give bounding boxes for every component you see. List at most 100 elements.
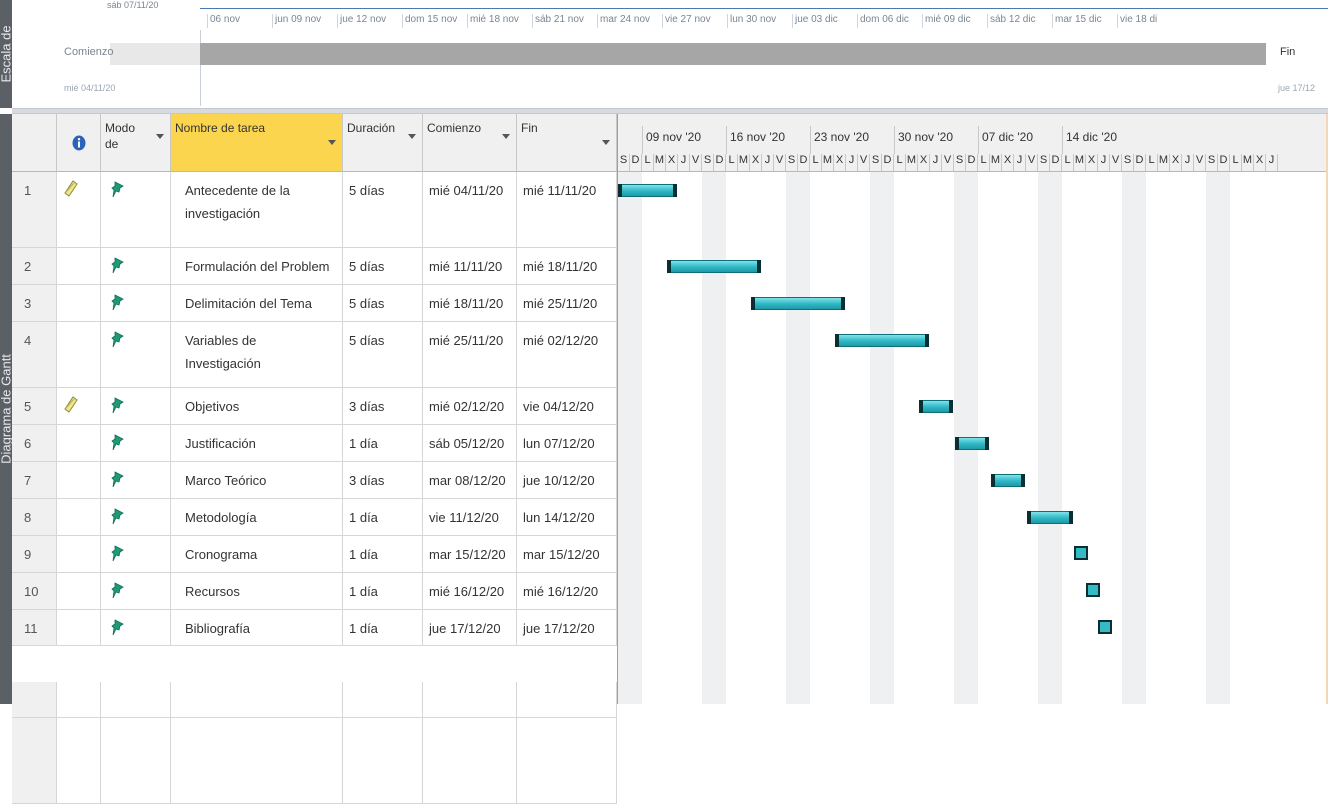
- empty-cell[interactable]: [423, 718, 517, 803]
- end-cell[interactable]: mié 18/11/20: [517, 248, 617, 284]
- timeline-side-bar[interactable]: Escala de: [0, 0, 14, 108]
- duration-cell[interactable]: 3 días: [343, 388, 423, 424]
- chevron-down-icon[interactable]: [602, 140, 610, 145]
- start-cell[interactable]: sáb 05/12/20: [423, 425, 517, 461]
- end-cell[interactable]: jue 17/12/20: [517, 610, 617, 645]
- task-name-cell[interactable]: Marco Teórico: [171, 462, 343, 498]
- chevron-down-icon[interactable]: [156, 134, 164, 139]
- empty-cell[interactable]: [171, 718, 343, 803]
- empty-cell[interactable]: [517, 682, 617, 717]
- start-cell[interactable]: vie 11/12/20: [423, 499, 517, 535]
- task-mode-cell[interactable]: [101, 610, 171, 645]
- task-mode-cell[interactable]: [101, 425, 171, 461]
- empty-row[interactable]: [12, 718, 617, 804]
- task-name-cell[interactable]: Delimitación del Tema: [171, 285, 343, 321]
- table-row[interactable]: 6 Justificación 1 día sáb 05/12/20 lun 07/12…: [12, 425, 617, 462]
- chevron-down-icon[interactable]: [502, 134, 510, 139]
- start-cell[interactable]: mié 04/11/20: [423, 172, 517, 247]
- task-mode-cell[interactable]: [101, 462, 171, 498]
- task-name-cell[interactable]: Bibliografía: [171, 610, 343, 645]
- table-row[interactable]: 3 Delimitación del Tema 5 días mié 18/11/20…: [12, 285, 617, 322]
- empty-cell[interactable]: [12, 682, 57, 717]
- gantt-bar[interactable]: [955, 437, 989, 450]
- gantt-bar[interactable]: [919, 400, 953, 413]
- empty-cell[interactable]: [171, 682, 343, 717]
- task-mode-cell[interactable]: [101, 322, 171, 387]
- start-cell[interactable]: mié 25/11/20: [423, 322, 517, 387]
- empty-row[interactable]: [12, 682, 617, 718]
- timeline-project-bar[interactable]: [200, 43, 1266, 65]
- chevron-down-icon[interactable]: [328, 140, 336, 145]
- duration-cell[interactable]: 3 días: [343, 462, 423, 498]
- task-name-cell[interactable]: Antecedente de la investigación: [171, 172, 343, 247]
- gantt-bar[interactable]: [618, 184, 677, 197]
- empty-cell[interactable]: [517, 718, 617, 803]
- gantt-chart[interactable]: 09 nov '20 16 nov '20 23 nov '20 30 nov '20…: [617, 114, 1328, 704]
- duration-cell[interactable]: 1 día: [343, 610, 423, 645]
- gantt-bar[interactable]: [1074, 546, 1088, 560]
- gantt-bar[interactable]: [1027, 511, 1073, 524]
- row-number[interactable]: 10: [12, 573, 57, 609]
- task-mode-cell[interactable]: [101, 248, 171, 284]
- end-cell[interactable]: mié 25/11/20: [517, 285, 617, 321]
- gantt-bar[interactable]: [751, 297, 845, 310]
- empty-cell[interactable]: [343, 718, 423, 803]
- row-number[interactable]: 11: [12, 610, 57, 645]
- start-cell[interactable]: jue 17/12/20: [423, 610, 517, 645]
- start-cell[interactable]: mié 16/12/20: [423, 573, 517, 609]
- duration-cell[interactable]: 5 días: [343, 285, 423, 321]
- row-number[interactable]: 3: [12, 285, 57, 321]
- end-cell[interactable]: lun 14/12/20: [517, 499, 617, 535]
- task-name-cell[interactable]: Objetivos: [171, 388, 343, 424]
- task-name-cell[interactable]: Recursos: [171, 573, 343, 609]
- table-row[interactable]: 1 Antecedente de la investigación 5 días mi…: [12, 172, 617, 248]
- duration-cell[interactable]: 1 día: [343, 536, 423, 572]
- task-name-cell[interactable]: Cronograma: [171, 536, 343, 572]
- end-cell[interactable]: lun 07/12/20: [517, 425, 617, 461]
- empty-cell[interactable]: [12, 718, 57, 803]
- end-cell[interactable]: jue 10/12/20: [517, 462, 617, 498]
- header-start[interactable]: Comienzo: [423, 114, 517, 172]
- end-cell[interactable]: vie 04/12/20: [517, 388, 617, 424]
- start-cell[interactable]: mié 11/11/20: [423, 248, 517, 284]
- task-name-cell[interactable]: Metodología: [171, 499, 343, 535]
- table-row[interactable]: 4 Variables de Investigación 5 días mié 25/…: [12, 322, 617, 388]
- row-number[interactable]: 5: [12, 388, 57, 424]
- header-task-mode[interactable]: Modo de: [101, 114, 171, 172]
- gantt-view-bar[interactable]: Diagrama de Gantt: [0, 114, 14, 704]
- note-icon[interactable]: [63, 395, 79, 416]
- task-name-cell[interactable]: Justificación: [171, 425, 343, 461]
- row-number[interactable]: 4: [12, 322, 57, 387]
- duration-cell[interactable]: 1 día: [343, 573, 423, 609]
- gantt-bar[interactable]: [1086, 583, 1100, 597]
- start-cell[interactable]: mar 08/12/20: [423, 462, 517, 498]
- empty-cell[interactable]: [423, 682, 517, 717]
- task-mode-cell[interactable]: [101, 285, 171, 321]
- start-cell[interactable]: mié 18/11/20: [423, 285, 517, 321]
- duration-cell[interactable]: 5 días: [343, 248, 423, 284]
- end-cell[interactable]: mar 15/12/20: [517, 536, 617, 572]
- duration-cell[interactable]: 5 días: [343, 322, 423, 387]
- chevron-down-icon[interactable]: [408, 134, 416, 139]
- row-number[interactable]: 8: [12, 499, 57, 535]
- gantt-bar[interactable]: [835, 334, 929, 347]
- table-row[interactable]: 5 Objetivos 3 días mié 02/12/20 vie 04/12/20: [12, 388, 617, 425]
- task-mode-cell[interactable]: [101, 499, 171, 535]
- empty-cell[interactable]: [57, 718, 101, 803]
- task-table[interactable]: Modo de Nombre de tarea Duración Comienzo…: [12, 114, 617, 804]
- task-name-cell[interactable]: Formulación del Problem: [171, 248, 343, 284]
- table-row[interactable]: 8 Metodología 1 día vie 11/12/20 lun 14/12/2…: [12, 499, 617, 536]
- task-mode-cell[interactable]: [101, 573, 171, 609]
- row-number[interactable]: 2: [12, 248, 57, 284]
- table-row[interactable]: 2 Formulación del Problem 5 días mié 11/11/…: [12, 248, 617, 285]
- row-number[interactable]: 1: [12, 172, 57, 247]
- task-mode-cell[interactable]: [101, 388, 171, 424]
- empty-cell[interactable]: [101, 718, 171, 803]
- end-cell[interactable]: mié 11/11/20: [517, 172, 617, 247]
- gantt-bar[interactable]: [667, 260, 761, 273]
- table-row[interactable]: 9 Cronograma 1 día mar 15/12/20 mar 15/12/20: [12, 536, 617, 573]
- task-mode-cell[interactable]: [101, 172, 171, 247]
- duration-cell[interactable]: 1 día: [343, 499, 423, 535]
- empty-cell[interactable]: [57, 682, 101, 717]
- empty-cell[interactable]: [101, 682, 171, 717]
